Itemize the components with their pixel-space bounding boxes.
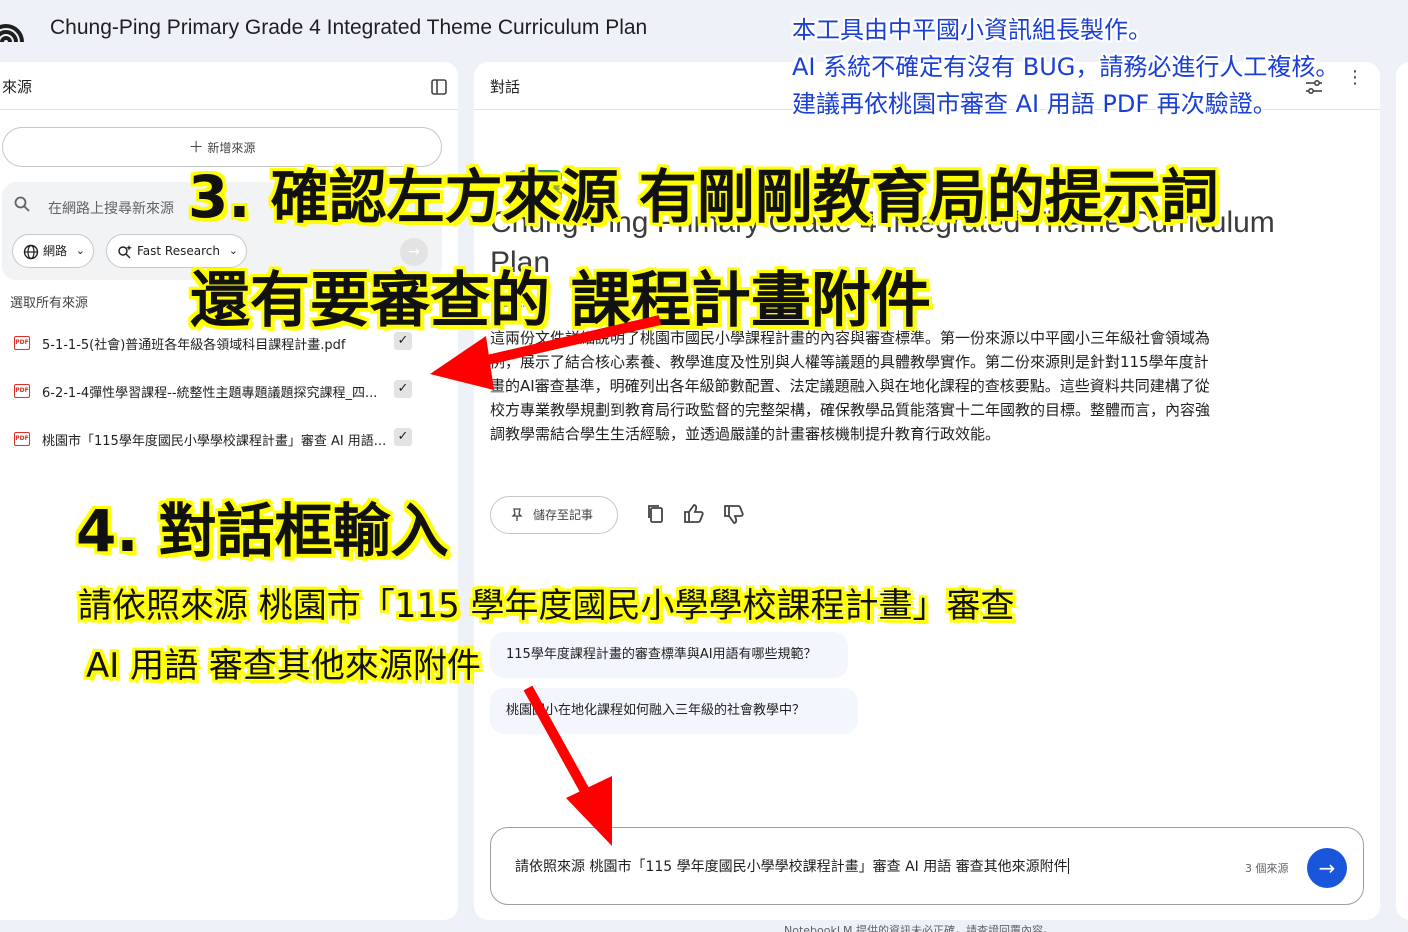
save-to-note-button[interactable]: 儲存至記事: [490, 496, 618, 534]
step4-instruction-line2: AI 用語 審查其他來源附件: [86, 646, 481, 686]
source-item[interactable]: PDF 桃園市「115學年度國民小學學校課程計畫」審查 AI 用語... ✓: [0, 426, 440, 456]
collapse-panel-icon[interactable]: [430, 78, 448, 96]
suggested-question[interactable]: 115學年度課程計畫的審查標準與AI用語有哪些規範？: [490, 632, 848, 678]
pdf-icon: PDF: [14, 336, 30, 350]
step3-annotation-line2: 還有要審查的 課程計畫附件: [190, 266, 931, 336]
pdf-icon: PDF: [14, 384, 30, 398]
divider: [0, 109, 458, 110]
source-item[interactable]: PDF 6-2-1-4彈性學習課程--統整性主題專題議題探究課程_四... ✓: [0, 378, 440, 408]
notebook-summary: 這兩份文件詳細說明了桃園市國民小學課程計畫的內容與審查標準。第一份來源以中平國小…: [490, 329, 1211, 443]
note-line: 建議再依桃園市審查 AI 用語 PDF 再次驗證。: [792, 90, 1277, 118]
web-chip-label: 網路: [43, 244, 68, 258]
chat-title: 對話: [490, 78, 521, 96]
chat-input[interactable]: 請依照來源 桃園市「115 學年度國民小學學校課程計畫」審查 AI 用語 審查其…: [515, 856, 1069, 876]
thumbs-down-icon[interactable]: [722, 502, 746, 526]
source-item-name: 桃園市「115學年度國民小學學校課程計畫」審查 AI 用語...: [42, 434, 387, 449]
note-line: AI 系統不確定有沒有 BUG，請務必進行人工複核。: [792, 53, 1340, 81]
step3-annotation: 3. 確認左方來源 有剛剛教育局的提示詞: [188, 163, 1219, 231]
more-options-icon[interactable]: ⋮: [1346, 69, 1364, 87]
step4-instruction: 請依照來源 桃園市「115 學年度國民小學學校課程計畫」審查: [78, 586, 1015, 626]
send-button[interactable]: →: [1307, 848, 1347, 888]
globe-icon: [23, 244, 39, 260]
pin-icon: [511, 508, 523, 521]
chevron-down-icon: ⌄: [75, 244, 86, 257]
notebooklm-logo-icon: [0, 24, 24, 43]
suggested-question[interactable]: 桃園國小在地化課程如何融入三年級的社會教學中？: [490, 688, 858, 734]
pdf-icon: PDF: [14, 432, 30, 446]
note-line: 本工具由中平國小資訊組長製作。: [792, 16, 1152, 44]
chat-input-value: 請依照來源 桃園市「115 學年度國民小學學校課程計畫」審查 AI 用語 審查其…: [515, 859, 1068, 875]
sources-title: 來源: [2, 78, 33, 96]
select-all-sources-label: 選取所有來源: [10, 296, 89, 311]
studio-panel-edge: [1396, 62, 1408, 920]
disclaimer: NotebookLM 提供的資訊未必正確，請查證回覆內容。: [784, 924, 1054, 932]
chat-input-box[interactable]: 請依照來源 桃園市「115 學年度國民小學學校課程計畫」審查 AI 用語 審查其…: [490, 827, 1364, 905]
source-checkbox[interactable]: ✓: [394, 380, 412, 398]
source-item-name: 6-2-1-4彈性學習課程--統整性主題專題議題探究課程_四...: [42, 386, 378, 401]
input-source-count: 3 個來源: [1245, 862, 1289, 875]
text-caret: [1067, 858, 1069, 874]
search-input[interactable]: 在網路上搜尋新來源: [48, 198, 174, 218]
save-to-note-label: 儲存至記事: [533, 508, 594, 522]
author-note: 本工具由中平國小資訊組長製作。 AI 系統不確定有沒有 BUG，請務必進行人工複…: [792, 12, 1339, 123]
thumbs-up-icon[interactable]: [682, 502, 706, 526]
source-checkbox[interactable]: ✓: [394, 428, 412, 446]
step4-annotation: 4. 對話框輸入: [76, 497, 449, 565]
app-title: Chung-Ping Primary Grade 4 Integrated Th…: [50, 16, 648, 39]
copy-icon[interactable]: [644, 502, 668, 526]
search-icon: [14, 196, 30, 212]
research-sparkle-icon: [118, 245, 132, 259]
web-chip[interactable]: 網路 ⌄: [12, 234, 95, 268]
